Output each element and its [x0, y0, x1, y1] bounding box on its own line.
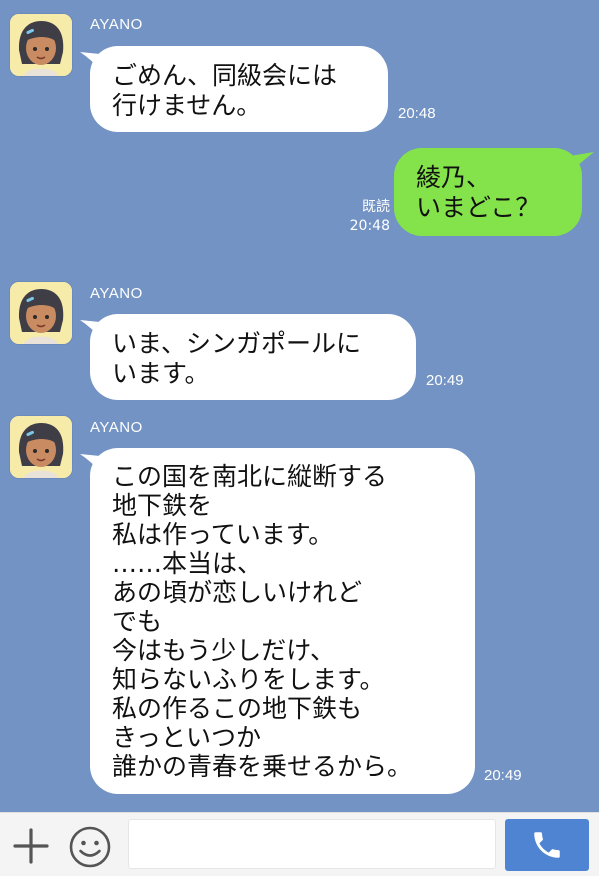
read-status: 既読 [362, 199, 390, 215]
emoji-button[interactable] [68, 825, 112, 869]
phone-icon [534, 832, 560, 858]
sent-message-bubble[interactable]: 綾乃、 いまどこ？ [394, 148, 582, 236]
avatar[interactable] [10, 416, 72, 478]
read-receipt: 既読 20:48 [330, 198, 390, 236]
message-time: 20:49 [484, 767, 522, 784]
avatar[interactable] [10, 282, 72, 344]
sender-name: AYANO [90, 285, 143, 302]
message-input[interactable] [128, 819, 496, 869]
call-button[interactable] [505, 819, 589, 871]
smiley-icon [69, 826, 111, 868]
avatar-girl-icon [10, 282, 72, 344]
message-time: 20:48 [349, 218, 390, 234]
add-button[interactable] [12, 827, 50, 865]
message-bubble[interactable]: ごめん、同級会には 行けません。 [90, 46, 388, 132]
chat-area[interactable]: AYANO ごめん、同級会には 行けません。 20:48 既読 20:48 綾乃… [0, 0, 599, 812]
avatar-girl-icon [10, 416, 72, 478]
message-input-bar [0, 812, 599, 876]
sender-name: AYANO [90, 16, 143, 33]
message-bubble[interactable]: この国を南北に縦断する 地下鉄を 私は作っています。 ……本当は、 あの頃が恋し… [90, 448, 475, 794]
avatar[interactable] [10, 14, 72, 76]
sender-name: AYANO [90, 419, 143, 436]
avatar-girl-icon [10, 14, 72, 76]
message-time: 20:48 [398, 105, 436, 122]
plus-icon [13, 828, 49, 864]
message-bubble[interactable]: いま、シンガポールに います。 [90, 314, 416, 400]
message-time: 20:49 [426, 372, 464, 389]
